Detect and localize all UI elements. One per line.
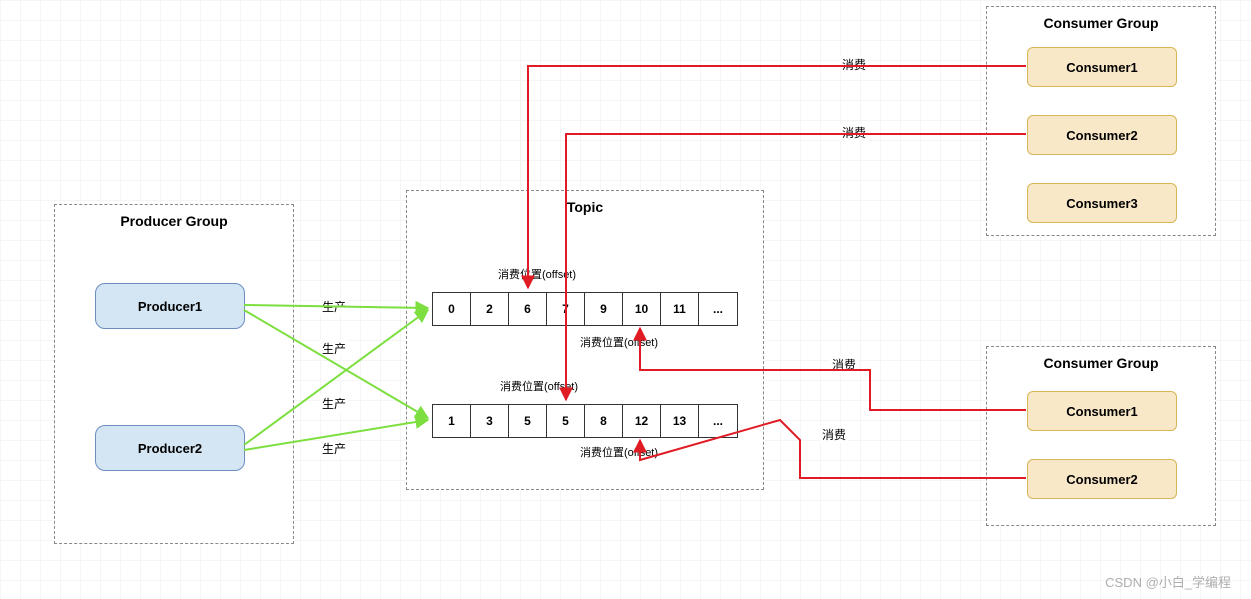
queue-cell: 3	[471, 405, 509, 437]
edge-label-produce: 生产	[320, 340, 348, 357]
producer-box: Producer2	[95, 425, 245, 471]
queue-cell: 0	[433, 293, 471, 325]
offset-label: 消费位置(offset)	[580, 334, 658, 350]
queue-cell: 5	[547, 405, 585, 437]
queue-1: 0 2 6 7 9 10 11 ...	[432, 292, 738, 326]
watermark: CSDN @小白_学编程	[1105, 572, 1231, 591]
consumer-label: Consumer2	[1066, 472, 1138, 487]
edge-label-consume: 消费	[820, 426, 848, 443]
queue-cell: ...	[699, 405, 737, 437]
consumer-group-title: Consumer Group	[987, 15, 1215, 31]
offset-label: 消费位置(offset)	[500, 378, 578, 394]
consumer-group-top-box: Consumer Group Consumer1 Consumer2 Consu…	[986, 6, 1216, 236]
queue-cell: 7	[547, 293, 585, 325]
offset-label: 消费位置(offset)	[580, 444, 658, 460]
edge-label-consume: 消费	[840, 124, 868, 141]
consumer-label: Consumer2	[1066, 128, 1138, 143]
queue-cell: 1	[433, 405, 471, 437]
queue-cell: 12	[623, 405, 661, 437]
producer-label: Producer1	[138, 299, 202, 314]
edge-label-produce: 生产	[320, 298, 348, 315]
edge-label-produce: 生产	[320, 395, 348, 412]
consumer-box: Consumer2	[1027, 115, 1177, 155]
producer-group-box: Producer Group Producer1 Producer2	[54, 204, 294, 544]
consumer-box: Consumer1	[1027, 47, 1177, 87]
consumer-box: Consumer2	[1027, 459, 1177, 499]
edge-label-produce: 生产	[320, 440, 348, 457]
edge-label-consume: 消费	[830, 356, 858, 373]
queue-cell: 9	[585, 293, 623, 325]
queue-cell: 6	[509, 293, 547, 325]
consumer-group-title: Consumer Group	[987, 355, 1215, 371]
consumer-box: Consumer1	[1027, 391, 1177, 431]
producer-group-title: Producer Group	[55, 213, 293, 229]
queue-cell: 5	[509, 405, 547, 437]
queue-cell: 13	[661, 405, 699, 437]
topic-title: Topic	[407, 199, 763, 215]
producer-box: Producer1	[95, 283, 245, 329]
consumer-box: Consumer3	[1027, 183, 1177, 223]
queue-cell: 11	[661, 293, 699, 325]
consumer-group-bottom-box: Consumer Group Consumer1 Consumer2	[986, 346, 1216, 526]
edge-label-consume: 消费	[840, 56, 868, 73]
consumer-label: Consumer1	[1066, 60, 1138, 75]
consumer-label: Consumer3	[1066, 196, 1138, 211]
queue-cell: 8	[585, 405, 623, 437]
consumer-label: Consumer1	[1066, 404, 1138, 419]
queue-cell: 2	[471, 293, 509, 325]
offset-label: 消费位置(offset)	[498, 266, 576, 282]
queue-cell: ...	[699, 293, 737, 325]
producer-label: Producer2	[138, 441, 202, 456]
queue-2: 1 3 5 5 8 12 13 ...	[432, 404, 738, 438]
queue-cell: 10	[623, 293, 661, 325]
